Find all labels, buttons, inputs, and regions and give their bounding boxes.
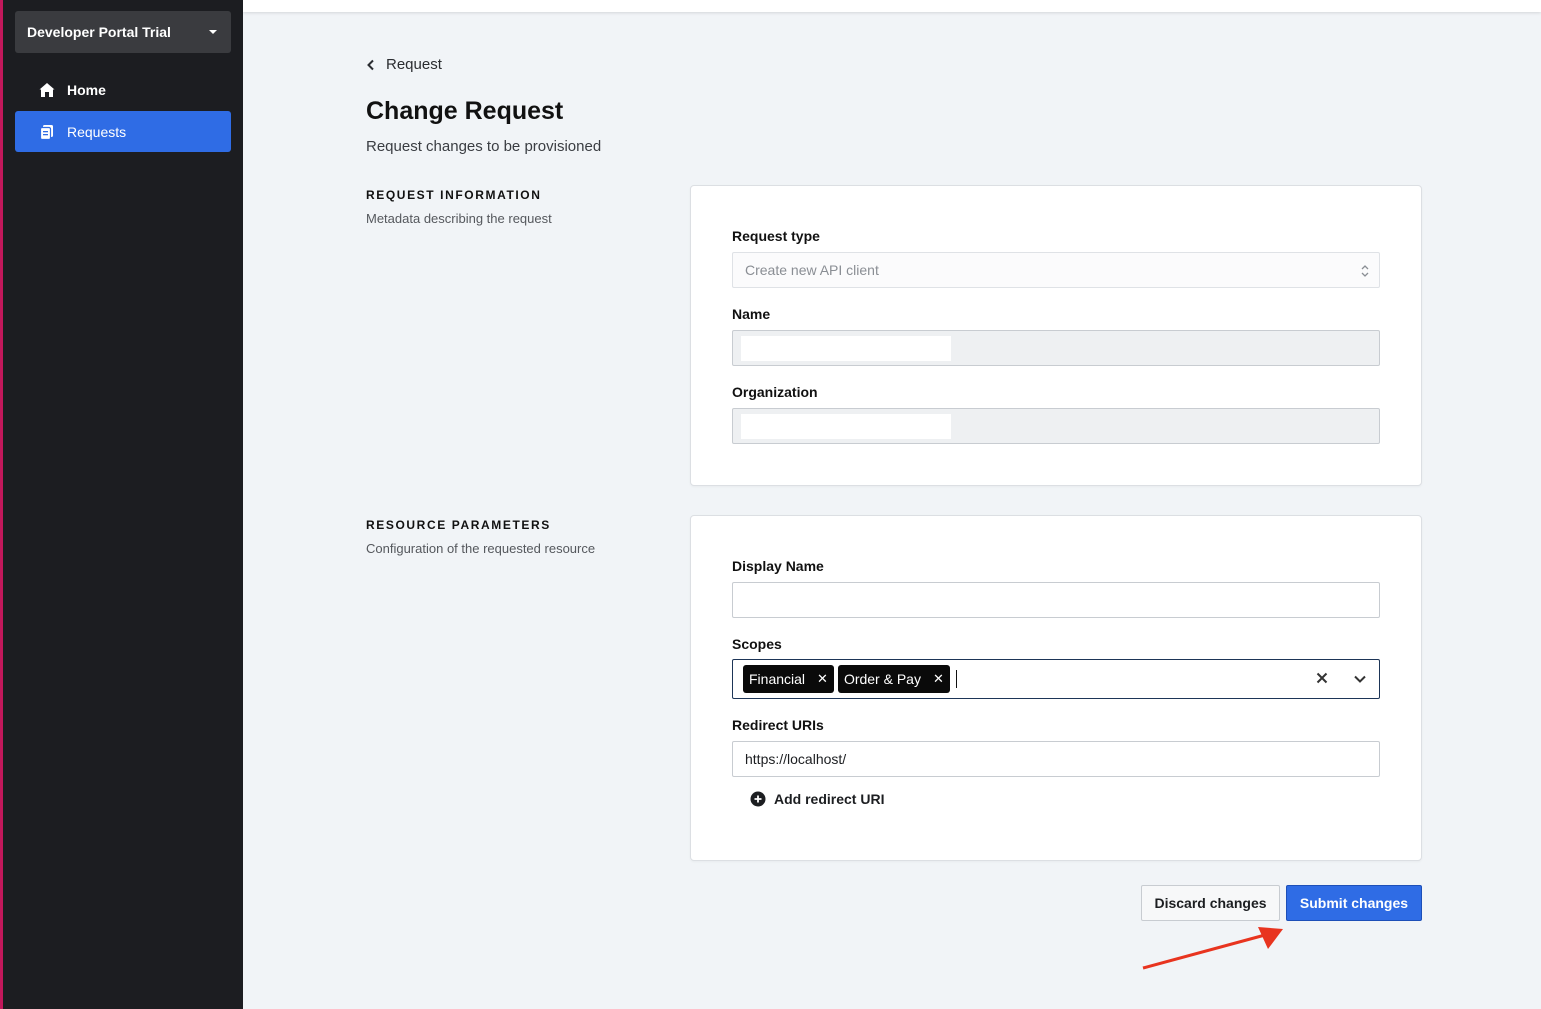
sidebar-item-label: Home: [67, 81, 106, 98]
section-description-resource-parameters: Configuration of the requested resource: [366, 541, 596, 556]
submit-changes-button[interactable]: Submit changes: [1286, 885, 1422, 921]
request-type-value: Create new API client: [745, 262, 879, 278]
request-type-label: Request type: [732, 228, 820, 244]
add-redirect-uri-label: Add redirect URI: [774, 791, 885, 807]
request-type-select[interactable]: Create new API client: [732, 252, 1380, 288]
scope-chip-label: Financial: [749, 671, 806, 687]
display-name-label: Display Name: [732, 558, 824, 574]
redacted-value: [741, 335, 951, 361]
scopes-multiselect[interactable]: Financial ✕ Order & Pay ✕: [732, 659, 1380, 699]
chevron-left-icon: [367, 59, 374, 70]
chevron-down-icon[interactable]: [1353, 672, 1367, 686]
name-field[interactable]: [732, 330, 1380, 366]
scope-chip-financial: Financial ✕: [743, 665, 834, 693]
discard-changes-button[interactable]: Discard changes: [1141, 885, 1280, 921]
plus-circle-icon: [750, 791, 766, 807]
remove-chip-icon[interactable]: ✕: [817, 671, 828, 687]
redirect-uri-input[interactable]: https://localhost/: [732, 741, 1380, 777]
add-redirect-uri-button[interactable]: Add redirect URI: [750, 791, 884, 807]
scope-chip-order-pay: Order & Pay ✕: [837, 665, 950, 693]
section-description-request-information: Metadata describing the request: [366, 211, 552, 226]
back-link-label: Request: [386, 56, 442, 73]
scope-chip-label: Order & Pay: [843, 671, 921, 687]
sidebar: Developer Portal Trial Home Requests: [3, 0, 243, 1009]
select-arrows-icon: [1361, 265, 1369, 277]
caret-down-icon: [209, 30, 217, 34]
page-subtitle: Request changes to be provisioned: [366, 138, 602, 155]
remove-chip-icon[interactable]: ✕: [933, 671, 944, 687]
home-icon: [39, 83, 55, 97]
redirect-uri-value: https://localhost/: [745, 751, 847, 767]
organization-field[interactable]: [732, 408, 1380, 444]
sidebar-item-requests[interactable]: Requests: [15, 111, 231, 152]
top-bar: [243, 0, 1541, 12]
back-link[interactable]: Request: [366, 56, 442, 73]
sidebar-item-home[interactable]: Home: [15, 69, 231, 110]
clear-icon[interactable]: [1313, 669, 1331, 687]
display-name-input[interactable]: [732, 582, 1380, 618]
page-title: Change Request: [366, 97, 564, 125]
text-cursor: [955, 670, 957, 688]
organization-label: Organization: [732, 384, 818, 400]
workspace-switcher[interactable]: Developer Portal Trial: [15, 11, 231, 53]
sidebar-item-label: Requests: [67, 123, 127, 140]
name-label: Name: [732, 306, 771, 322]
document-icon: [39, 125, 53, 141]
section-title-request-information: REQUEST INFORMATION: [366, 188, 542, 202]
workspace-name: Developer Portal Trial: [27, 24, 171, 40]
scopes-label: Scopes: [732, 636, 782, 652]
annotation-arrow-icon: [1142, 927, 1283, 970]
section-title-resource-parameters: RESOURCE PARAMETERS: [366, 518, 551, 532]
redacted-value: [741, 413, 951, 439]
redirect-uris-label: Redirect URIs: [732, 717, 824, 733]
